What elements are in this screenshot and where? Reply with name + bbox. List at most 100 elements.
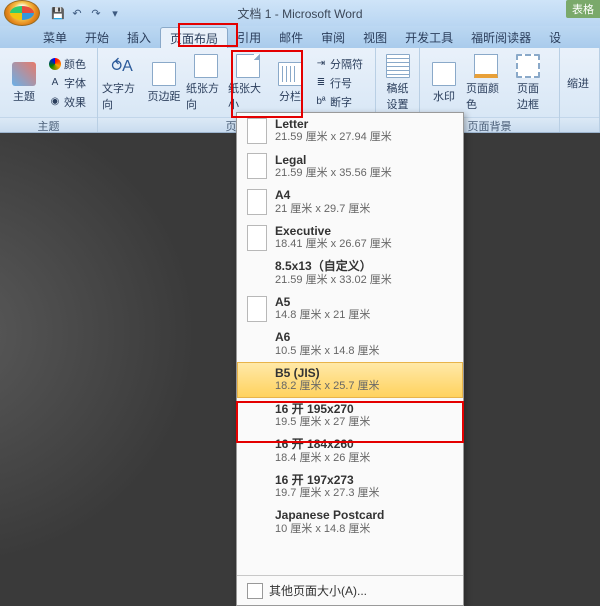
text-direction-button[interactable]: ⥀A文字方向 [102,52,142,114]
breaks-icon: ⇥ [315,58,327,70]
colors-icon [49,58,61,70]
themes-button[interactable]: 主题 [4,60,44,106]
paper-size-option[interactable]: Letter21.59 厘米 x 27.94 厘米 [237,113,463,149]
orientation-button[interactable]: 纸张方向 [186,52,226,114]
page-icon [247,153,267,179]
paper-size-dim: 21.59 厘米 x 27.94 厘米 [275,131,392,144]
paper-size-name: A4 [275,188,370,202]
effects-icon: ◉ [49,96,61,108]
redo-icon[interactable]: ↷ [88,5,104,21]
paper-size-name: 16 开 195x270 [275,402,370,416]
save-icon[interactable]: 💾 [50,5,66,21]
page-color-icon [474,54,498,78]
tab-4[interactable]: 引用 [228,26,270,48]
paper-size-icon [236,54,260,78]
ribbon-tabs: 菜单开始插入页面布局引用邮件审阅视图开发工具福昕阅读器设 [0,26,600,48]
paper-size-list: Letter21.59 厘米 x 27.94 厘米Legal21.59 厘米 x… [237,113,463,575]
tab-0[interactable]: 菜单 [34,26,76,48]
paper-size-option[interactable]: Executive18.41 厘米 x 26.67 厘米 [237,220,463,256]
page-border-button[interactable]: 页面 边框 [508,52,548,114]
page-icon [247,189,267,215]
paper-size-option[interactable]: Japanese Postcard10 厘米 x 14.8 厘米 [237,504,463,540]
tab-6[interactable]: 审阅 [312,26,354,48]
columns-icon [278,62,302,86]
paper-size-name: Executive [275,224,392,238]
paper-size-option[interactable]: 16 开 197x27319.7 厘米 x 27.3 厘米 [237,469,463,505]
paper-size-option[interactable]: A610.5 厘米 x 14.8 厘米 [237,326,463,362]
paper-size-option[interactable]: A514.8 厘米 x 21 厘米 [237,291,463,327]
page-icon [247,225,267,251]
paper-size-dim: 21 厘米 x 29.7 厘米 [275,203,370,216]
tab-2[interactable]: 插入 [118,26,160,48]
paper-size-dim: 18.4 厘米 x 26 厘米 [275,452,370,465]
more-paper-sizes-icon [247,583,263,599]
page-color-button[interactable]: 页面颜色 [466,52,506,114]
watermark-button[interactable]: 水印 [424,60,464,106]
theme-effects[interactable]: ◉效果 [46,93,89,111]
paper-size-dim: 10.5 厘米 x 14.8 厘米 [275,345,380,358]
fonts-icon: A [49,77,61,89]
contextual-tab-label[interactable]: 表格 [566,0,600,18]
line-numbers-icon: ≣ [315,77,327,89]
page-icon [247,296,267,322]
group-label-themes: 主题 [0,117,97,132]
orientation-icon [194,54,218,78]
paper-size-dim: 10 厘米 x 14.8 厘米 [275,523,384,536]
paper-size-name: Japanese Postcard [275,508,384,522]
indent-label: 缩进 [564,74,592,92]
title-bar: 💾 ↶ ↷ ▾ 文档 1 - Microsoft Word 表格 [0,0,600,26]
breaks-button[interactable]: ⇥分隔符 [312,55,366,73]
quick-access-toolbar: 💾 ↶ ↷ ▾ [50,5,123,21]
page-icon [247,118,267,144]
paper-size-option[interactable]: 16 开 195x27019.5 厘米 x 27 厘米 [237,398,463,434]
margins-button[interactable]: 页边距 [144,60,184,106]
theme-fonts[interactable]: A字体 [46,74,89,92]
columns-button[interactable]: 分栏 [270,60,310,106]
tab-10[interactable]: 设 [540,26,570,48]
paper-size-button[interactable]: 纸张大小 [228,52,268,114]
paper-size-option[interactable]: 16 开 184x26018.4 厘米 x 26 厘米 [237,433,463,469]
tab-8[interactable]: 开发工具 [396,26,462,48]
paper-size-name: B5 (JIS) [275,366,380,380]
hyphenation-icon: bª [315,96,327,108]
more-paper-sizes[interactable]: 其他页面大小(A)... [237,575,463,605]
group-themes: 主题 颜色 A字体 ◉效果 主题 [0,48,98,132]
paper-size-dim: 18.2 厘米 x 25.7 厘米 [275,380,380,393]
paper-size-option[interactable]: 8.5x13（自定义）21.59 厘米 x 33.02 厘米 [237,255,463,291]
qat-customize-icon[interactable]: ▾ [107,5,123,21]
line-numbers-button[interactable]: ≣行号 [312,74,366,92]
paper-size-name: Legal [275,153,392,167]
paper-size-dim: 14.8 厘米 x 21 厘米 [275,309,370,322]
paper-size-name: 8.5x13（自定义） [275,259,392,273]
themes-icon [12,62,36,86]
manuscript-icon [386,54,410,78]
tab-5[interactable]: 邮件 [270,26,312,48]
group-label-indent [560,117,599,132]
watermark-icon [432,62,456,86]
paper-size-option[interactable]: B5 (JIS)18.2 厘米 x 25.7 厘米 [237,362,463,398]
hyphenation-button[interactable]: bª断字 [312,93,366,111]
tab-7[interactable]: 视图 [354,26,396,48]
undo-icon[interactable]: ↶ [69,5,85,21]
tab-3[interactable]: 页面布局 [160,27,228,49]
paper-size-dim: 19.7 厘米 x 27.3 厘米 [275,487,380,500]
paper-size-dropdown: Letter21.59 厘米 x 27.94 厘米Legal21.59 厘米 x… [236,112,464,606]
paper-size-dim: 21.59 厘米 x 33.02 厘米 [275,274,392,287]
theme-options: 颜色 A字体 ◉效果 [46,55,89,111]
tab-1[interactable]: 开始 [76,26,118,48]
paper-size-option[interactable]: Legal21.59 厘米 x 35.56 厘米 [237,149,463,185]
paper-size-name: A6 [275,330,380,344]
themes-label: 主题 [13,88,35,104]
more-paper-sizes-label: 其他页面大小(A)... [269,582,367,599]
paper-size-dim: 21.59 厘米 x 35.56 厘米 [275,167,392,180]
manuscript-button[interactable]: 稿纸 设置 [380,52,415,114]
paper-size-option[interactable]: A421 厘米 x 29.7 厘米 [237,184,463,220]
theme-colors[interactable]: 颜色 [46,55,89,73]
paper-size-dim: 18.41 厘米 x 26.67 厘米 [275,238,392,251]
office-button[interactable] [4,0,40,26]
paper-size-name: 16 开 184x260 [275,437,370,451]
tab-9[interactable]: 福昕阅读器 [462,26,540,48]
page-border-icon [516,54,540,78]
paper-size-dim: 19.5 厘米 x 27 厘米 [275,416,370,429]
window-title: 文档 1 - Microsoft Word [237,5,362,22]
